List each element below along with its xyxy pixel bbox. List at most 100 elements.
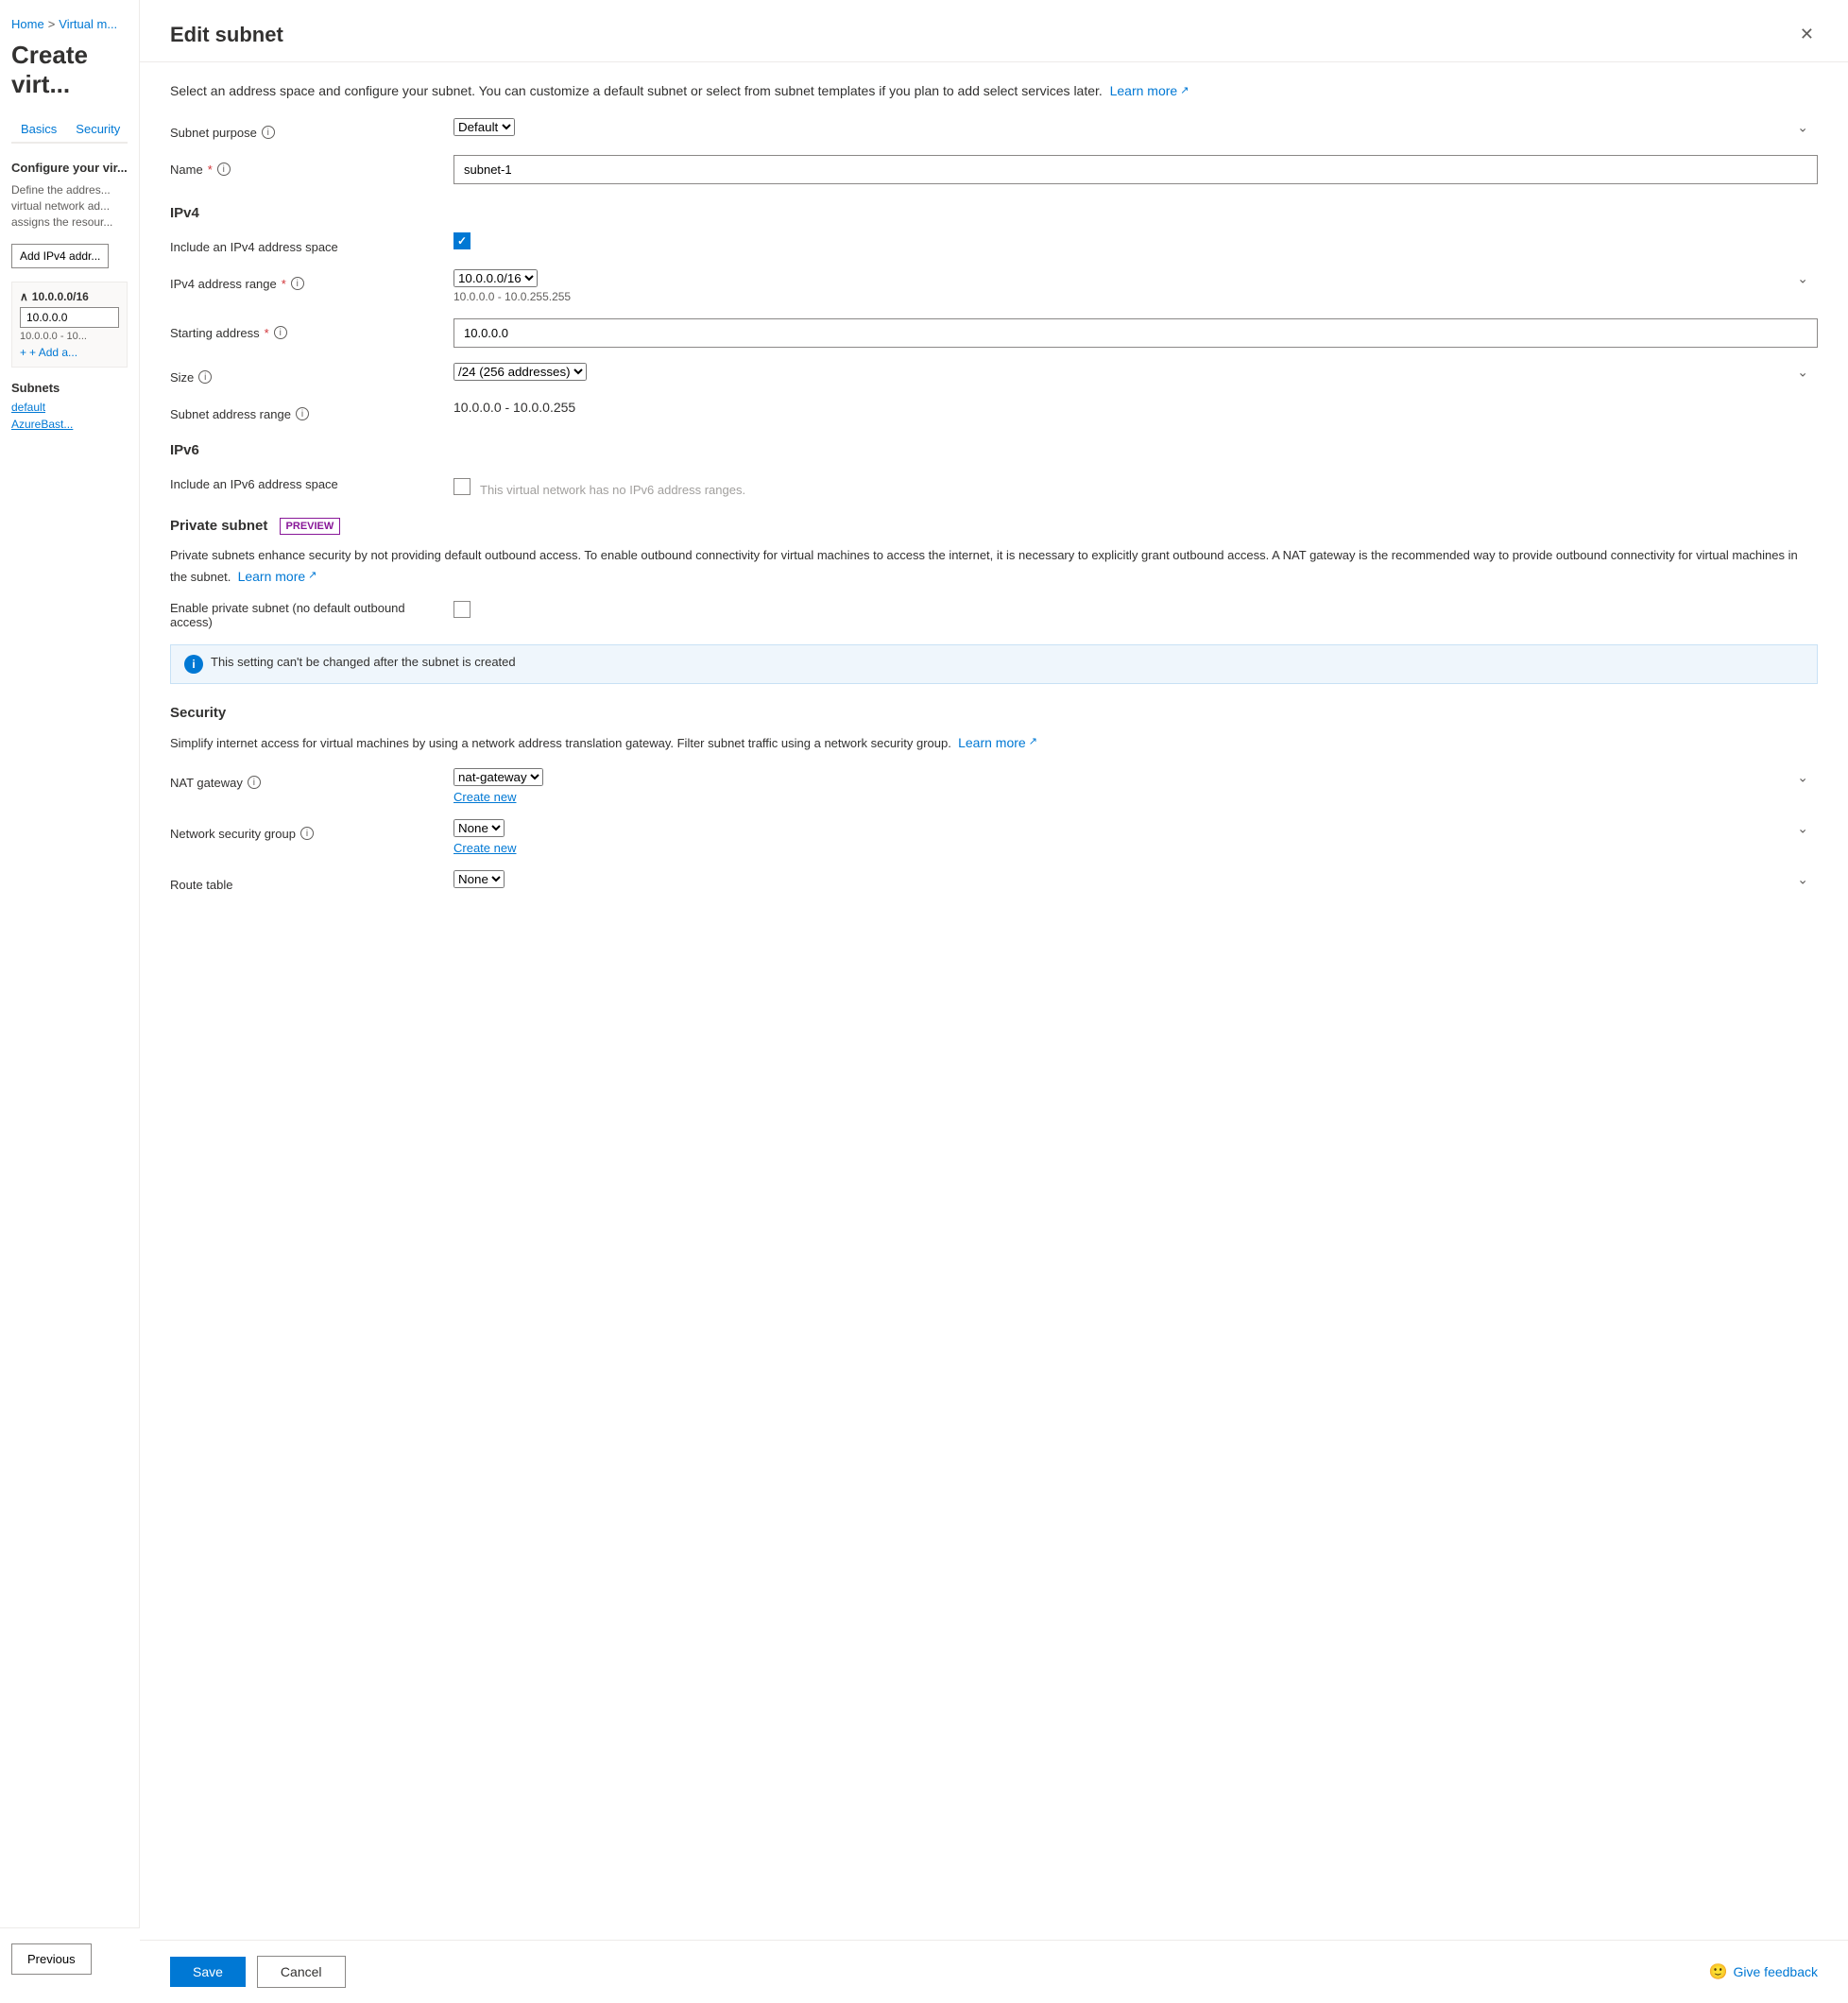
info-notice: i This setting can't be changed after th… xyxy=(170,644,1818,684)
required-star-name: * xyxy=(208,163,213,177)
label-include-ipv4: Include an IPv4 address space xyxy=(170,232,435,254)
subnets-title: Subnets xyxy=(11,381,128,395)
select-wrapper-route: None xyxy=(453,870,1818,888)
control-name xyxy=(453,155,1818,184)
add-ipv4-button[interactable]: Add IPv4 addr... xyxy=(11,244,109,268)
info-icon-starting[interactable]: i xyxy=(274,326,287,339)
ipv4-heading: IPv4 xyxy=(170,205,1818,221)
addr-range: 10.0.0.0 - 10... xyxy=(20,331,119,342)
control-subnet-range: 10.0.0.0 - 10.0.0.255 xyxy=(453,400,1818,415)
close-button[interactable]: ✕ xyxy=(1796,21,1818,48)
left-desc: Define the addres... virtual network ad.… xyxy=(11,182,128,230)
form-row-include-ipv6: Include an IPv6 address space This virtu… xyxy=(170,470,1818,497)
subnet-link-azurebast[interactable]: AzureBast... xyxy=(11,418,128,431)
info-icon-name[interactable]: i xyxy=(217,163,231,176)
drawer-footer: Save Cancel 🙂 Give feedback xyxy=(140,1940,1848,2003)
private-subnet-desc: Private subnets enhance security by not … xyxy=(170,546,1818,588)
ipv4-range-select[interactable]: 10.0.0.0/16 xyxy=(453,269,538,287)
left-panel: Home > Virtual m... Create virt... Basic… xyxy=(0,0,140,2003)
subnet-range-value: 10.0.0.0 - 10.0.0.255 xyxy=(453,400,575,415)
form-row-name: Name * i xyxy=(170,155,1818,184)
checkbox-ipv6[interactable] xyxy=(453,478,471,495)
control-size: /24 (256 addresses) xyxy=(453,363,1818,381)
form-row-route: Route table None xyxy=(170,870,1818,892)
info-icon-nat[interactable]: i xyxy=(248,776,261,789)
breadcrumb-separator: > xyxy=(48,17,56,31)
subnet-link-default[interactable]: default xyxy=(11,401,128,414)
control-subnet-purpose: Default xyxy=(453,118,1818,136)
breadcrumb-current: Virtual m... xyxy=(59,17,117,31)
route-table-select[interactable]: None xyxy=(453,870,505,888)
info-icon-subnet-range[interactable]: i xyxy=(296,407,309,420)
learn-more-security[interactable]: Learn more↗ xyxy=(958,732,1037,753)
form-row-size: Size i /24 (256 addresses) xyxy=(170,363,1818,385)
private-subnet-heading: Private subnet PREVIEW xyxy=(170,518,1818,535)
ipv4-range-sub: 10.0.0.0 - 10.0.255.255 xyxy=(453,290,1818,303)
info-icon-purpose[interactable]: i xyxy=(262,126,275,139)
checkbox-private-subnet[interactable] xyxy=(453,601,471,618)
control-include-ipv6: This virtual network has no IPv6 address… xyxy=(453,470,1818,497)
label-subnet-purpose: Subnet purpose i xyxy=(170,118,435,140)
control-include-ipv4 xyxy=(453,232,1818,249)
address-block: ∧ 10.0.0.0/16 10.0.0.0 - 10... + + Add a… xyxy=(11,282,128,368)
form-row-ipv4-range: IPv4 address range * i 10.0.0.0/16 10.0.… xyxy=(170,269,1818,303)
intro-text: Select an address space and configure yo… xyxy=(170,81,1818,101)
breadcrumb: Home > Virtual m... xyxy=(11,17,128,31)
collapse-icon[interactable]: ∧ xyxy=(20,290,28,303)
select-wrapper-ipv4-range: 10.0.0.0/16 xyxy=(453,269,1818,287)
label-name: Name * i xyxy=(170,155,435,177)
size-select[interactable]: /24 (256 addresses) xyxy=(453,363,587,381)
nat-create-new[interactable]: Create new xyxy=(453,790,516,804)
label-nsg: Network security group i xyxy=(170,819,435,841)
control-route: None xyxy=(453,870,1818,888)
security-section: Security Simplify internet access for vi… xyxy=(170,705,1818,893)
security-desc: Simplify internet access for virtual mac… xyxy=(170,732,1818,754)
info-notice-text: This setting can't be changed after the … xyxy=(211,655,516,669)
learn-more-intro[interactable]: Learn more↗ xyxy=(1110,81,1189,101)
subnet-purpose-select[interactable]: Default xyxy=(453,118,515,136)
ext-icon-security: ↗ xyxy=(1029,734,1037,751)
info-icon-nsg[interactable]: i xyxy=(300,827,314,840)
label-subnet-range: Subnet address range i xyxy=(170,400,435,421)
select-wrapper-size: /24 (256 addresses) xyxy=(453,363,1818,381)
label-starting: Starting address * i xyxy=(170,318,435,340)
control-nat: nat-gateway Create new xyxy=(453,768,1818,804)
tab-security[interactable]: Security xyxy=(66,116,129,142)
info-icon-range[interactable]: i xyxy=(291,277,304,290)
addr-header: ∧ 10.0.0.0/16 xyxy=(20,290,119,303)
ext-icon-private: ↗ xyxy=(308,568,317,585)
footer-left: Save Cancel xyxy=(170,1956,346,1988)
learn-more-private[interactable]: Learn more↗ xyxy=(238,566,317,587)
form-section-purpose: Subnet purpose i Default Name * i xyxy=(170,118,1818,184)
page-footer: Previous xyxy=(0,1927,140,2003)
checkbox-ipv4[interactable] xyxy=(453,232,471,249)
info-icon-size[interactable]: i xyxy=(198,370,212,384)
form-row-subnet-range: Subnet address range i 10.0.0.0 - 10.0.0… xyxy=(170,400,1818,421)
nsg-create-new[interactable]: Create new xyxy=(453,841,516,855)
form-row-starting: Starting address * i xyxy=(170,318,1818,348)
nat-gateway-select[interactable]: nat-gateway xyxy=(453,768,543,786)
cidr-label: 10.0.0.0/16 xyxy=(32,290,89,303)
required-star-starting: * xyxy=(265,326,269,340)
add-subnet-link[interactable]: + + Add a... xyxy=(20,346,119,359)
ipv6-disabled-text: This virtual network has no IPv6 address… xyxy=(480,475,745,497)
external-link-icon: ↗ xyxy=(1180,83,1189,99)
drawer-title: Edit subnet xyxy=(170,23,283,47)
starting-address-input[interactable] xyxy=(453,318,1818,348)
save-button[interactable]: Save xyxy=(170,1957,246,1987)
label-ipv4-range: IPv4 address range * i xyxy=(170,269,435,291)
nsg-select[interactable]: None xyxy=(453,819,505,837)
form-row-enable-private: Enable private subnet (no default outbou… xyxy=(170,601,1818,629)
addr-input[interactable] xyxy=(20,307,119,328)
page-title: Create virt... xyxy=(11,41,128,99)
select-wrapper-purpose: Default xyxy=(453,118,1818,136)
give-feedback-link[interactable]: 🙂 Give feedback xyxy=(1709,1962,1818,1981)
tab-basics[interactable]: Basics xyxy=(11,116,66,142)
select-wrapper-nsg: None xyxy=(453,819,1818,837)
name-input[interactable] xyxy=(453,155,1818,184)
ipv6-heading: IPv6 xyxy=(170,442,1818,458)
cancel-button[interactable]: Cancel xyxy=(257,1956,346,1988)
breadcrumb-home[interactable]: Home xyxy=(11,17,44,31)
security-heading: Security xyxy=(170,705,1818,721)
previous-button[interactable]: Previous xyxy=(11,1943,92,1975)
